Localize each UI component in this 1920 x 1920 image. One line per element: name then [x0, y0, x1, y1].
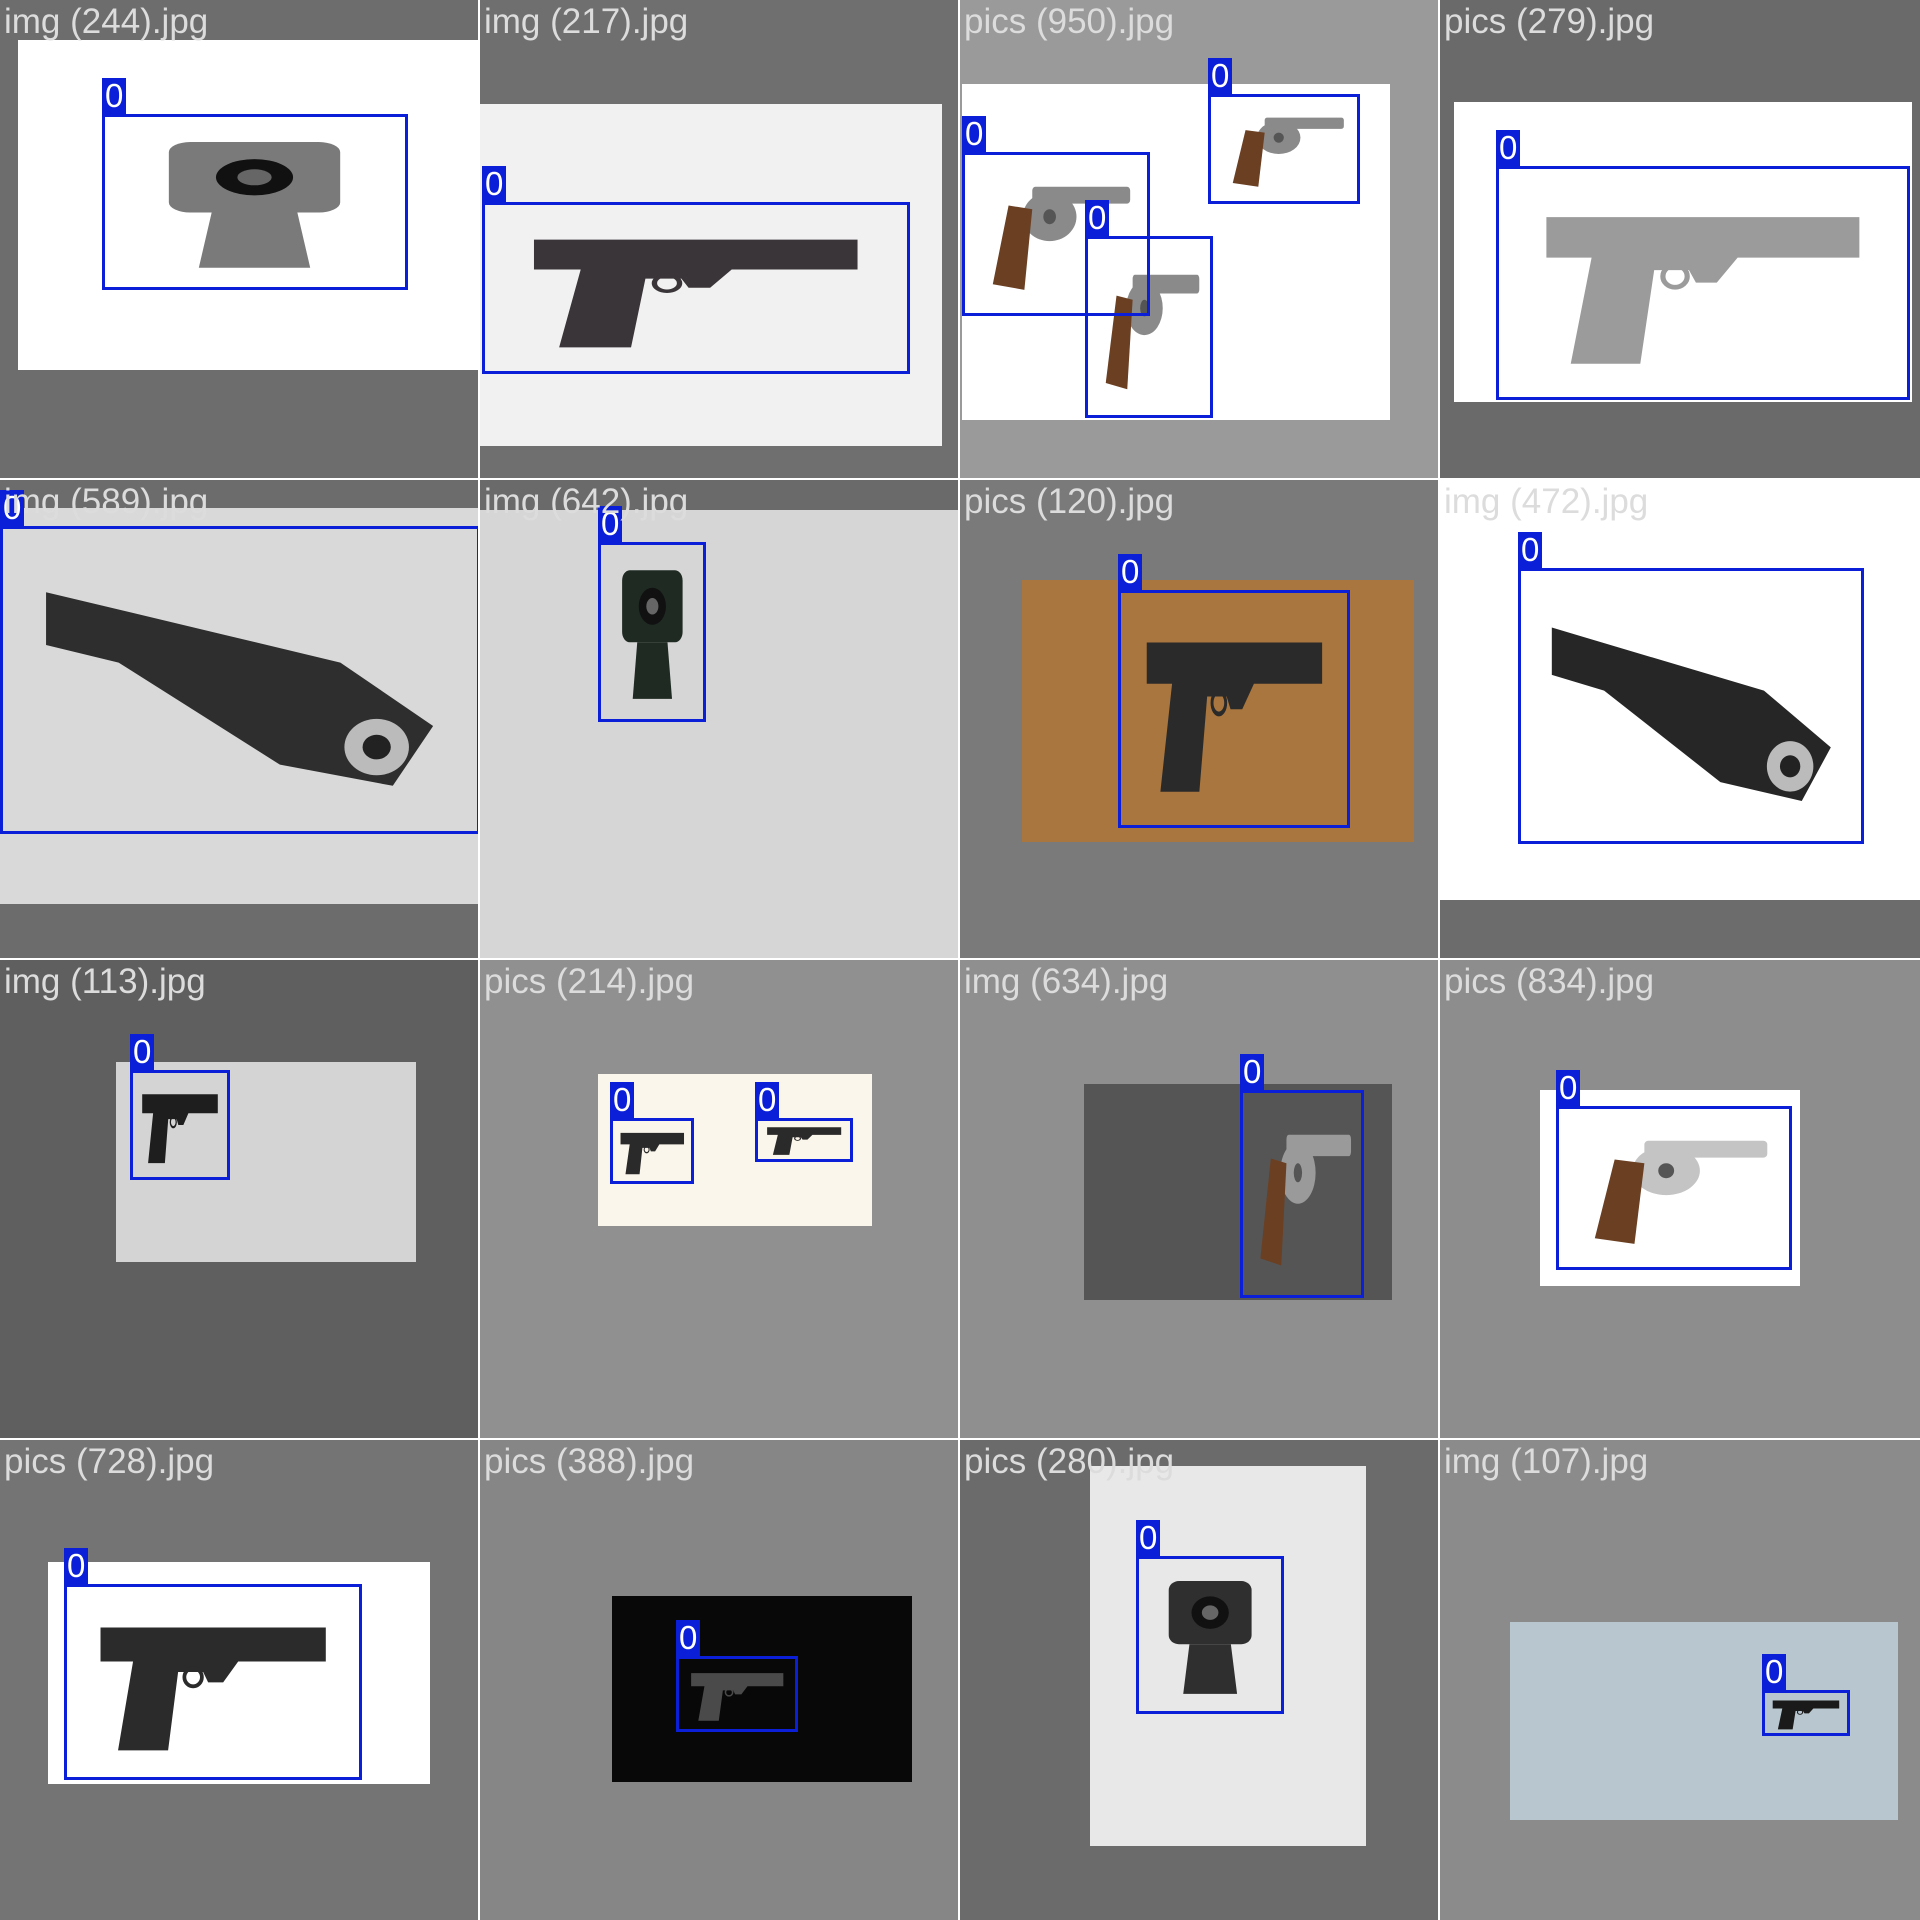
- mosaic-tile: img (107).jpg 0: [1440, 1440, 1920, 1920]
- detection-class-label: 0: [1518, 532, 1543, 568]
- detection-box: [1118, 590, 1350, 828]
- mosaic-tile: img (472).jpg 0: [1440, 480, 1920, 960]
- tile-filename: pics (280).jpg: [964, 1442, 1175, 1481]
- detection-box: [598, 542, 706, 722]
- detection-box: [102, 114, 408, 290]
- detection-class-label: 0: [102, 78, 127, 114]
- detection-box: [130, 1070, 230, 1180]
- detection-class-label: 0: [1556, 1070, 1581, 1106]
- tile-filename: img (642).jpg: [484, 482, 689, 521]
- mosaic-tile: pics (950).jpg 0 0 0: [960, 0, 1440, 480]
- mosaic-tile: img (217).jpg 0: [480, 0, 960, 480]
- detection-box: [1496, 166, 1910, 400]
- mosaic-tile: pics (279).jpg 0: [1440, 0, 1920, 480]
- tile-filename: img (244).jpg: [4, 2, 209, 41]
- mosaic-tile: img (113).jpg 0: [0, 960, 480, 1440]
- detection-class-label: 0: [1085, 200, 1110, 236]
- tile-filename: pics (834).jpg: [1444, 962, 1655, 1001]
- detection-class-label: 0: [482, 166, 507, 202]
- detection-box: [1208, 94, 1360, 204]
- detection-class-label: 0: [962, 116, 987, 152]
- detection-box: [64, 1584, 362, 1780]
- detection-box: [1136, 1556, 1284, 1714]
- detection-class-label: 0: [1762, 1654, 1787, 1690]
- mosaic-tile: pics (388).jpg 0: [480, 1440, 960, 1920]
- detection-box: [610, 1118, 694, 1184]
- detection-class-label: 0: [130, 1034, 155, 1070]
- tile-filename: pics (950).jpg: [964, 2, 1175, 41]
- mosaic-tile: img (642).jpg 0: [480, 480, 960, 960]
- tile-filename: pics (214).jpg: [484, 962, 695, 1001]
- detection-class-label: 0: [676, 1620, 701, 1656]
- tile-filename: pics (388).jpg: [484, 1442, 695, 1481]
- detection-box: [676, 1656, 798, 1732]
- tile-filename: img (107).jpg: [1444, 1442, 1649, 1481]
- tile-filename: pics (120).jpg: [964, 482, 1175, 521]
- tile-filename: img (217).jpg: [484, 2, 689, 41]
- detection-class-label: 0: [1208, 58, 1233, 94]
- mosaic-tile: pics (728).jpg 0: [0, 1440, 480, 1920]
- detection-class-label: 0: [1496, 130, 1521, 166]
- detection-box: [1085, 236, 1213, 418]
- detection-box: [1240, 1090, 1364, 1298]
- mosaic-tile: pics (834).jpg 0: [1440, 960, 1920, 1440]
- mosaic-tile: pics (120).jpg 0: [960, 480, 1440, 960]
- detection-class-label: 0: [755, 1082, 780, 1118]
- tile-filename: img (472).jpg: [1444, 482, 1649, 521]
- tile-filename: pics (279).jpg: [1444, 2, 1655, 41]
- detection-class-label: 0: [1118, 554, 1143, 590]
- detection-box: [0, 526, 478, 834]
- tile-filename: img (589).jpg: [4, 482, 209, 521]
- detection-class-label: 0: [64, 1548, 89, 1584]
- mosaic-tile: pics (280).jpg 0: [960, 1440, 1440, 1920]
- tile-photo: [480, 510, 958, 958]
- tile-filename: pics (728).jpg: [4, 1442, 215, 1481]
- detection-class-label: 0: [1136, 1520, 1161, 1556]
- detection-box: [1518, 568, 1864, 844]
- tile-filename: img (113).jpg: [4, 962, 206, 1001]
- mosaic-tile: img (244).jpg 0: [0, 0, 480, 480]
- tile-filename: img (634).jpg: [964, 962, 1169, 1001]
- mosaic-tile: img (589).jpg 0: [0, 480, 480, 960]
- detection-class-label: 0: [610, 1082, 635, 1118]
- mosaic-tile: img (634).jpg 0: [960, 960, 1440, 1440]
- mosaic-tile: pics (214).jpg 0 0: [480, 960, 960, 1440]
- detection-class-label: 0: [1240, 1054, 1265, 1090]
- detection-box: [1556, 1106, 1792, 1270]
- detection-box: [1762, 1690, 1850, 1736]
- detection-box: [482, 202, 910, 374]
- detection-box: [755, 1118, 853, 1162]
